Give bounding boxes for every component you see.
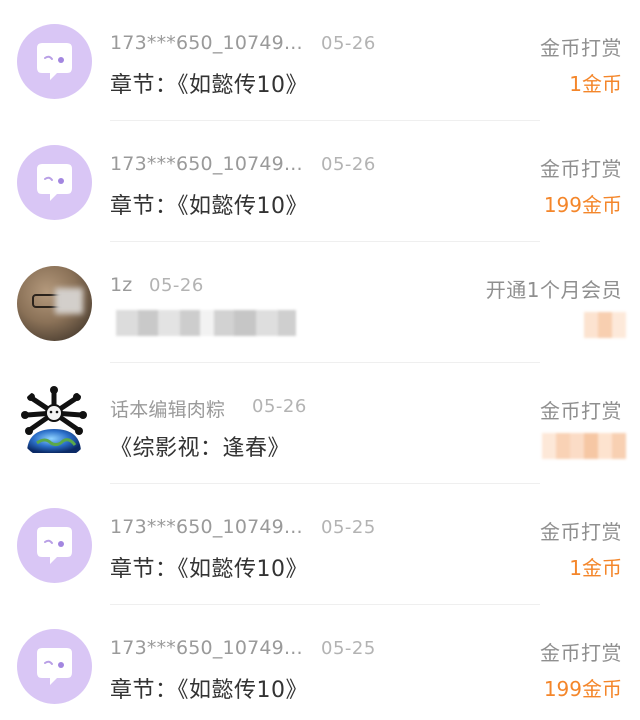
record-type: 金币打赏: [540, 520, 622, 544]
chat-bubble-avatar[interactable]: [17, 508, 92, 583]
record-date: 05-26: [321, 154, 376, 175]
list-item[interactable]: 173***650_10749... 05-25 章节：《如懿传10》 金币打赏…: [0, 605, 640, 720]
list-item[interactable]: 话本编辑肉粽 05-26 《综影视：逢春》 金币打赏: [0, 363, 640, 484]
blurred-content: [116, 310, 296, 336]
user-name: 话本编辑肉粽: [110, 399, 226, 421]
user-name: 173***650_10749...: [110, 637, 303, 659]
chat-bubble-avatar[interactable]: [17, 629, 92, 704]
user-name: 173***650_10749...: [110, 516, 303, 538]
user-name: 173***650_10749...: [110, 153, 303, 175]
chat-bubble-avatar[interactable]: [17, 145, 92, 220]
record-content: 章节：《如懿传10》: [110, 557, 308, 582]
record-date: 05-26: [252, 396, 307, 417]
chat-bubble-icon: [37, 43, 72, 80]
list-item[interactable]: 173***650_10749... 05-26 章节：《如懿传10》 金币打赏…: [0, 0, 640, 121]
record-type: 金币打赏: [540, 36, 622, 60]
chat-bubble-icon: [37, 527, 72, 564]
record-type: 金币打赏: [540, 399, 622, 423]
record-type: 金币打赏: [540, 641, 622, 665]
user-name: 173***650_10749...: [110, 32, 303, 54]
list-item[interactable]: 173***650_10749... 05-25 章节：《如懿传10》 金币打赏…: [0, 484, 640, 605]
blurred-amount: [584, 312, 626, 338]
list-item[interactable]: 1z 05-26 开通1个月会员: [0, 242, 640, 363]
bone-globe-icon: [21, 386, 87, 453]
list-item[interactable]: 173***650_10749... 05-26 章节：《如懿传10》 金币打赏…: [0, 121, 640, 242]
chat-bubble-avatar[interactable]: [17, 24, 92, 99]
record-content: 章节：《如懿传10》: [110, 73, 308, 98]
record-content: 章节：《如懿传10》: [110, 678, 308, 703]
record-date: 05-25: [321, 638, 376, 659]
record-type: 开通1个月会员: [485, 278, 622, 302]
record-content: 《综影视：逢春》: [110, 436, 291, 461]
record-date: 05-26: [149, 275, 204, 296]
blurred-amount: [542, 433, 626, 459]
reward-amount: 199金币: [543, 677, 622, 701]
bone-globe-avatar[interactable]: [17, 385, 92, 460]
record-date: 05-26: [321, 33, 376, 54]
user-name: 1z: [110, 274, 133, 296]
reward-record-list: 173***650_10749... 05-26 章节：《如懿传10》 金币打赏…: [0, 0, 640, 720]
chat-bubble-icon: [37, 648, 72, 685]
chat-bubble-icon: [37, 164, 72, 201]
record-date: 05-25: [321, 517, 376, 538]
photo-avatar[interactable]: [17, 266, 92, 341]
reward-amount: 199金币: [543, 193, 622, 217]
reward-amount: 1金币: [569, 556, 622, 580]
record-content: 章节：《如懿传10》: [110, 194, 308, 219]
reward-amount: 1金币: [569, 72, 622, 96]
record-type: 金币打赏: [540, 157, 622, 181]
blurred-region: [55, 288, 83, 314]
